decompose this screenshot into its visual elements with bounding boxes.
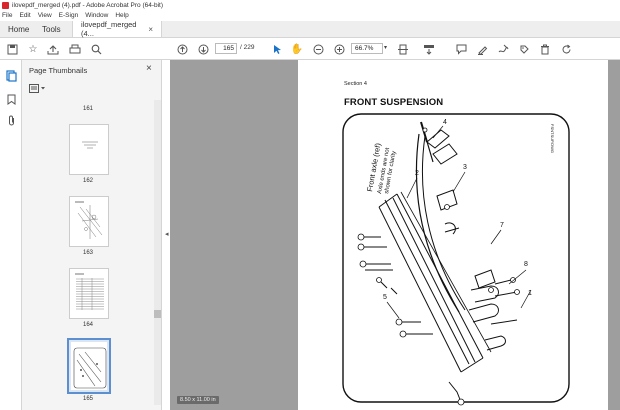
draw-icon[interactable] bbox=[496, 42, 510, 56]
thumbnail-label: 161 bbox=[82, 106, 93, 112]
thumbnail-label: 164 bbox=[82, 322, 93, 328]
callout-2: 2 bbox=[415, 170, 419, 177]
callout-8: 8 bbox=[524, 261, 528, 268]
menu-esign[interactable]: E-Sign bbox=[59, 12, 79, 19]
stamp-icon[interactable] bbox=[517, 42, 531, 56]
thumbnail-label: 163 bbox=[82, 250, 93, 256]
document-viewport[interactable]: Section 4 FRONT SUSPENSION Front axle (r… bbox=[170, 60, 620, 410]
menu-help[interactable]: Help bbox=[115, 12, 128, 19]
thumbnails-panel-title: Page Thumbnails bbox=[29, 66, 88, 75]
scrollbar-thumb[interactable] bbox=[154, 310, 161, 318]
comment-icon[interactable] bbox=[454, 42, 468, 56]
tab-home[interactable]: Home bbox=[0, 21, 34, 37]
previous-page-icon[interactable] bbox=[175, 42, 189, 56]
menu-window[interactable]: Window bbox=[85, 12, 108, 19]
thumbnail-options-menu[interactable] bbox=[29, 84, 49, 95]
thumbnail-label: 165 bbox=[82, 396, 93, 402]
bookmarks-icon[interactable] bbox=[5, 93, 17, 105]
close-panel-icon[interactable]: × bbox=[146, 63, 152, 74]
thumbnail-page-163[interactable] bbox=[69, 196, 109, 247]
thumbnail-page-165[interactable] bbox=[67, 338, 111, 394]
callout-1: 1 bbox=[528, 290, 532, 297]
page-title: FRONT SUSPENSION bbox=[344, 97, 444, 108]
zoom-in-icon[interactable] bbox=[332, 42, 346, 56]
search-icon[interactable] bbox=[89, 42, 103, 56]
zoom-out-icon[interactable] bbox=[311, 42, 325, 56]
thumbnail-page-164[interactable] bbox=[69, 268, 109, 319]
callout-3: 3 bbox=[463, 164, 467, 171]
thumbnail-scrollbar[interactable] bbox=[154, 100, 161, 405]
tab-document-label: ilovepdf_merged (4... bbox=[81, 20, 137, 38]
left-icon-rail bbox=[0, 60, 22, 410]
select-cursor-icon[interactable] bbox=[270, 42, 284, 56]
menu-file[interactable]: File bbox=[2, 12, 12, 19]
save-icon[interactable] bbox=[5, 42, 19, 56]
menu-view[interactable]: View bbox=[38, 12, 52, 19]
page-size-badge: 8.50 x 11.00 in bbox=[177, 396, 219, 404]
tab-bar: Home Tools ilovepdf_merged (4... × bbox=[0, 20, 620, 38]
page-thumbnails-panel: Page Thumbnails × 161 162 163 164 165 bbox=[22, 60, 162, 410]
tab-close-icon[interactable]: × bbox=[148, 25, 153, 34]
print-icon[interactable] bbox=[68, 42, 82, 56]
window-title: ilovepdf_merged (4).pdf - Adobe Acrobat … bbox=[12, 1, 164, 9]
collapse-panel-chevron-icon[interactable]: ◂ bbox=[165, 230, 169, 238]
highlight-pen-icon[interactable] bbox=[475, 42, 489, 56]
delete-icon[interactable] bbox=[538, 42, 552, 56]
next-page-icon[interactable] bbox=[196, 42, 210, 56]
callout-7: 7 bbox=[500, 222, 504, 229]
menu-edit[interactable]: Edit bbox=[19, 12, 30, 19]
front-suspension-diagram: Front axle (ref) Axle ends are not shown… bbox=[342, 113, 570, 406]
acrobat-app-icon bbox=[2, 1, 9, 9]
page-thumbnails-icon[interactable] bbox=[5, 70, 17, 82]
main-toolbar: ☆ 165 / 229 ✋ 66.7% ▾ bbox=[0, 38, 620, 60]
upload-icon[interactable] bbox=[46, 42, 60, 56]
drawing-code: FSNTSUP.DWG bbox=[550, 124, 555, 153]
hand-tool-icon[interactable]: ✋ bbox=[290, 42, 304, 56]
section-label: Section 4 bbox=[344, 81, 367, 87]
thumbnail-label: 162 bbox=[82, 178, 93, 184]
thumbnail-list: 161 162 163 164 165 bbox=[22, 100, 154, 405]
page-total: / 229 bbox=[240, 44, 255, 51]
page-fit-icon[interactable] bbox=[396, 42, 410, 56]
rotate-icon[interactable] bbox=[559, 42, 573, 56]
callout-4: 4 bbox=[443, 119, 447, 126]
zoom-dropdown-chevron-icon[interactable]: ▾ bbox=[384, 44, 387, 51]
attachments-paperclip-icon[interactable] bbox=[5, 114, 17, 126]
current-page-input[interactable]: 165 bbox=[215, 43, 237, 54]
title-bar: ilovepdf_merged (4).pdf - Adobe Acrobat … bbox=[0, 0, 620, 10]
tab-tools[interactable]: Tools bbox=[34, 21, 72, 37]
pdf-page: Section 4 FRONT SUSPENSION Front axle (r… bbox=[298, 60, 608, 410]
callout-5: 5 bbox=[383, 294, 387, 301]
tab-document[interactable]: ilovepdf_merged (4... × bbox=[72, 20, 162, 38]
scroll-mode-icon[interactable] bbox=[422, 42, 436, 56]
zoom-level-input[interactable]: 66.7% bbox=[351, 43, 383, 54]
bookmark-star-icon[interactable]: ☆ bbox=[26, 42, 40, 56]
thumbnail-page-162[interactable] bbox=[69, 124, 109, 175]
